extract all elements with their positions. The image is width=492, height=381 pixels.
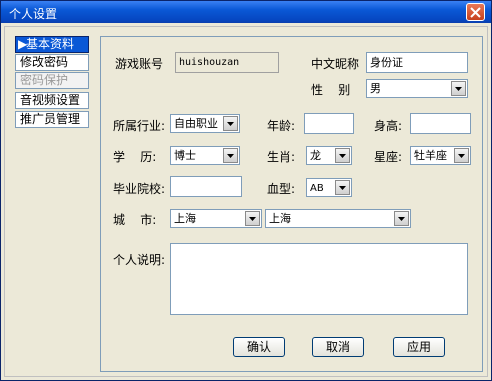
education-select[interactable]: 博士 xyxy=(170,146,240,165)
settings-window: 个人设置 ▶基本资料 修改密码 密码保护 音视频设置 推广员管理 游戏账号 hu… xyxy=(0,0,492,381)
chevron-down-icon xyxy=(394,211,409,226)
gender-select[interactable]: 男 xyxy=(366,79,468,98)
industry-select[interactable]: 自由职业 xyxy=(170,114,240,133)
nickname-input[interactable]: 身份证 xyxy=(366,52,468,73)
blood-type-label: 血型: xyxy=(267,182,296,196)
title-bar[interactable]: 个人设置 xyxy=(1,1,491,23)
window-title: 个人设置 xyxy=(9,7,58,21)
constellation-label: 星座: xyxy=(374,150,403,164)
basic-info-panel: 游戏账号 huishouzan 中文昵称 身份证 性 别 男 所属行业: 自由职… xyxy=(100,36,483,372)
zodiac-select[interactable]: 龙 xyxy=(306,146,352,165)
nav-item-password-protection[interactable]: 密码保护 xyxy=(15,72,89,89)
bio-label: 个人说明: xyxy=(113,253,166,267)
industry-label: 所属行业: xyxy=(113,119,166,133)
triangle-right-icon: ▶ xyxy=(18,37,28,51)
account-field: huishouzan xyxy=(175,52,279,73)
apply-button[interactable]: 应用 xyxy=(393,337,445,357)
nickname-label: 中文昵称 xyxy=(311,57,360,71)
blood-type-select[interactable]: AB xyxy=(306,178,352,197)
chevron-down-icon xyxy=(223,148,238,163)
dialog-client-area: ▶基本资料 修改密码 密码保护 音视频设置 推广员管理 游戏账号 huishou… xyxy=(4,26,488,377)
height-label: 身高: xyxy=(374,119,403,133)
nav-item-av-settings[interactable]: 音视频设置 xyxy=(15,92,89,109)
chevron-down-icon xyxy=(335,180,350,195)
chevron-down-icon xyxy=(335,148,350,163)
nav-item-basic-info[interactable]: ▶基本资料 xyxy=(15,36,89,53)
city-label: 城 市: xyxy=(113,213,157,227)
bio-textarea[interactable] xyxy=(170,243,468,315)
school-input[interactable] xyxy=(170,176,242,197)
school-label: 毕业院校: xyxy=(113,182,166,196)
cancel-button[interactable]: 取消 xyxy=(312,337,364,357)
age-label: 年龄: xyxy=(267,119,296,133)
close-icon xyxy=(470,7,481,18)
close-button[interactable] xyxy=(466,3,485,21)
gender-label: 性 别 xyxy=(311,83,351,97)
nav-item-promoter-management[interactable]: 推广员管理 xyxy=(15,111,89,128)
nav-item-change-password[interactable]: 修改密码 xyxy=(15,54,89,71)
constellation-select[interactable]: 牡羊座 xyxy=(410,146,471,165)
chevron-down-icon xyxy=(451,81,466,96)
city-select[interactable]: 上海 xyxy=(265,209,411,228)
education-label: 学 历: xyxy=(113,150,157,164)
height-input[interactable] xyxy=(410,113,471,134)
ok-button[interactable]: 确认 xyxy=(233,337,285,357)
zodiac-label: 生肖: xyxy=(267,150,296,164)
age-input[interactable] xyxy=(304,113,354,134)
account-label: 游戏账号 xyxy=(115,57,164,71)
chevron-down-icon xyxy=(454,148,469,163)
chevron-down-icon xyxy=(223,116,238,131)
province-select[interactable]: 上海 xyxy=(170,209,262,228)
chevron-down-icon xyxy=(245,211,260,226)
